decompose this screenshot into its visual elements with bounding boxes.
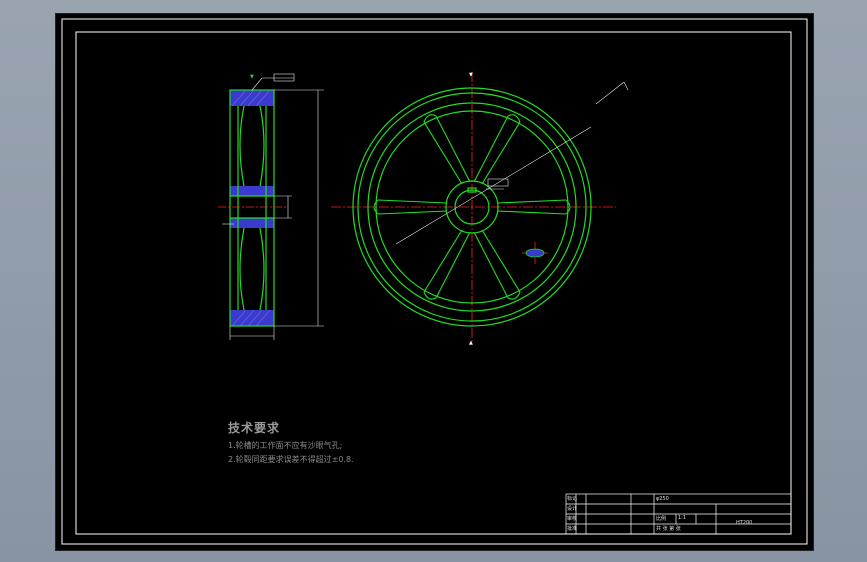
front-view: ▼ ▲ xyxy=(331,72,629,346)
tb-cell-6: 比例 xyxy=(656,516,667,522)
cad-drawing: ▼ ▼ ▲ xyxy=(61,18,808,545)
hub-hatch-top xyxy=(230,186,274,196)
tb-cell-1: 标记 xyxy=(567,496,578,502)
inner-frame xyxy=(75,31,792,535)
hub-hatch-bottom xyxy=(230,218,274,228)
drawing-sheet: ▼ ▼ ▲ 标记 设计 审核 批准 φ250 比例 1:1 共 张 第 张 HT… xyxy=(55,13,814,551)
outer-frame xyxy=(61,18,808,545)
tb-cell-8: 共 张 第 张 xyxy=(656,526,681,532)
tb-cell-4: 批准 xyxy=(567,526,578,532)
tech-requirements: 技术要求 1.轮槽的工作面不应有沙眼气孔; 2.轮毂同距要求误差不得超过±0.8… xyxy=(228,419,354,465)
svg-text:▼: ▼ xyxy=(250,74,254,80)
tb-cell-7: 1:1 xyxy=(678,515,687,521)
tb-cell-5: φ250 xyxy=(656,496,669,502)
tb-cell-2: 设计 xyxy=(567,506,578,512)
tech-requirements-title: 技术要求 xyxy=(228,421,281,435)
tb-cell-3: 审核 xyxy=(567,516,578,522)
svg-text:▼: ▼ xyxy=(469,72,473,78)
requirement-item: 1.轮槽的工作面不应有沙眼气孔; xyxy=(228,441,343,450)
svg-text:▲: ▲ xyxy=(469,340,473,346)
requirement-item: 2.轮毂同距要求误差不得超过±0.8. xyxy=(228,455,354,464)
tb-cell-9: HT200 xyxy=(736,520,753,526)
section-view: ▼ xyxy=(218,73,324,340)
